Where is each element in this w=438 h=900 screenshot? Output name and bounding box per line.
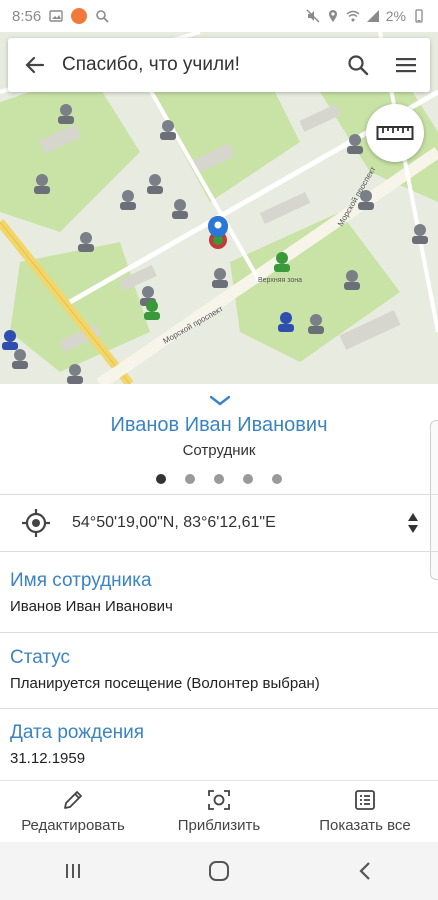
recent-apps-icon <box>66 864 80 878</box>
page-dot[interactable] <box>156 474 166 484</box>
divider <box>0 551 438 552</box>
screen-title: Спасибо, что учили! <box>62 54 240 75</box>
menu-button[interactable] <box>382 38 430 92</box>
pencil-icon <box>64 791 82 809</box>
toolbar-card: Спасибо, что учили! <box>8 38 430 92</box>
divider <box>0 708 438 709</box>
area-label: Верхняя зона <box>258 277 302 284</box>
field-label: Статус <box>10 647 71 668</box>
field-label: Имя сотрудника <box>10 570 152 591</box>
system-nav-bar <box>0 842 438 900</box>
chevron-down-icon[interactable] <box>209 395 231 407</box>
mute-icon <box>306 9 320 23</box>
list-icon <box>355 790 375 810</box>
wifi-icon <box>346 10 360 22</box>
battery-percent: 2% <box>385 8 406 24</box>
status-bar: 8:56 2% <box>0 0 438 32</box>
image-icon <box>49 10 63 22</box>
page-dot[interactable] <box>243 474 253 484</box>
ruler-button[interactable] <box>366 104 424 162</box>
signal-icon <box>366 10 379 22</box>
hamburger-menu-icon <box>396 58 416 73</box>
field-label: Дата рождения <box>10 722 145 743</box>
page-dot[interactable] <box>272 474 282 484</box>
show-all-label: Показать все <box>319 817 411 834</box>
field-employee-name: Имя сотрудника Иванов Иван Иванович <box>10 570 428 615</box>
page-indicator <box>0 474 438 484</box>
show-all-button[interactable]: Показать все <box>292 781 438 842</box>
divider <box>0 632 438 633</box>
selected-location-pin[interactable] <box>208 216 228 249</box>
back-nav-button[interactable] <box>325 842 405 900</box>
search-status-icon <box>96 10 109 23</box>
edit-button[interactable]: Редактировать <box>0 781 146 842</box>
focus-icon <box>208 790 230 810</box>
location-status-icon <box>328 10 337 22</box>
back-chevron-icon <box>359 862 370 880</box>
person-name: Иванов Иван Иванович <box>110 414 328 436</box>
search-icon <box>348 55 369 76</box>
home-button[interactable] <box>179 842 259 900</box>
back-button[interactable] <box>8 38 62 92</box>
field-value: Планируется посещение (Волонтер выбран) <box>10 675 320 692</box>
coordinate-format-toggle[interactable] <box>388 512 438 534</box>
home-icon <box>209 861 229 881</box>
arrow-left-icon <box>25 56 45 74</box>
field-birth-date: Дата рождения 31.12.1959 <box>10 722 428 767</box>
zoom-to-button[interactable]: Приблизить <box>146 781 292 842</box>
page-dot[interactable] <box>185 474 195 484</box>
crosshair-icon <box>22 509 50 537</box>
coordinates-row[interactable]: 54°50'19,00"N, 83°6'12,61"E <box>0 495 438 551</box>
person-role: Сотрудник <box>182 442 256 459</box>
field-value: 31.12.1959 <box>10 750 86 767</box>
ruler-icon <box>376 126 414 140</box>
app-notification-icon <box>71 8 88 24</box>
edit-label: Редактировать <box>21 817 125 834</box>
action-bar: Редактировать Приблизить Показать все <box>0 780 438 842</box>
zoom-to-label: Приблизить <box>177 817 261 834</box>
search-button[interactable] <box>334 38 382 92</box>
coordinates-text: 54°50'19,00"N, 83°6'12,61"E <box>72 514 276 531</box>
sort-arrows-icon <box>408 513 418 533</box>
status-time: 8:56 <box>12 7 42 25</box>
recent-apps-button[interactable] <box>33 842 113 900</box>
battery-icon <box>415 9 423 23</box>
field-status: Статус Планируется посещение (Волонтер в… <box>10 647 428 692</box>
page-dot[interactable] <box>214 474 224 484</box>
field-value: Иванов Иван Иванович <box>10 598 173 615</box>
